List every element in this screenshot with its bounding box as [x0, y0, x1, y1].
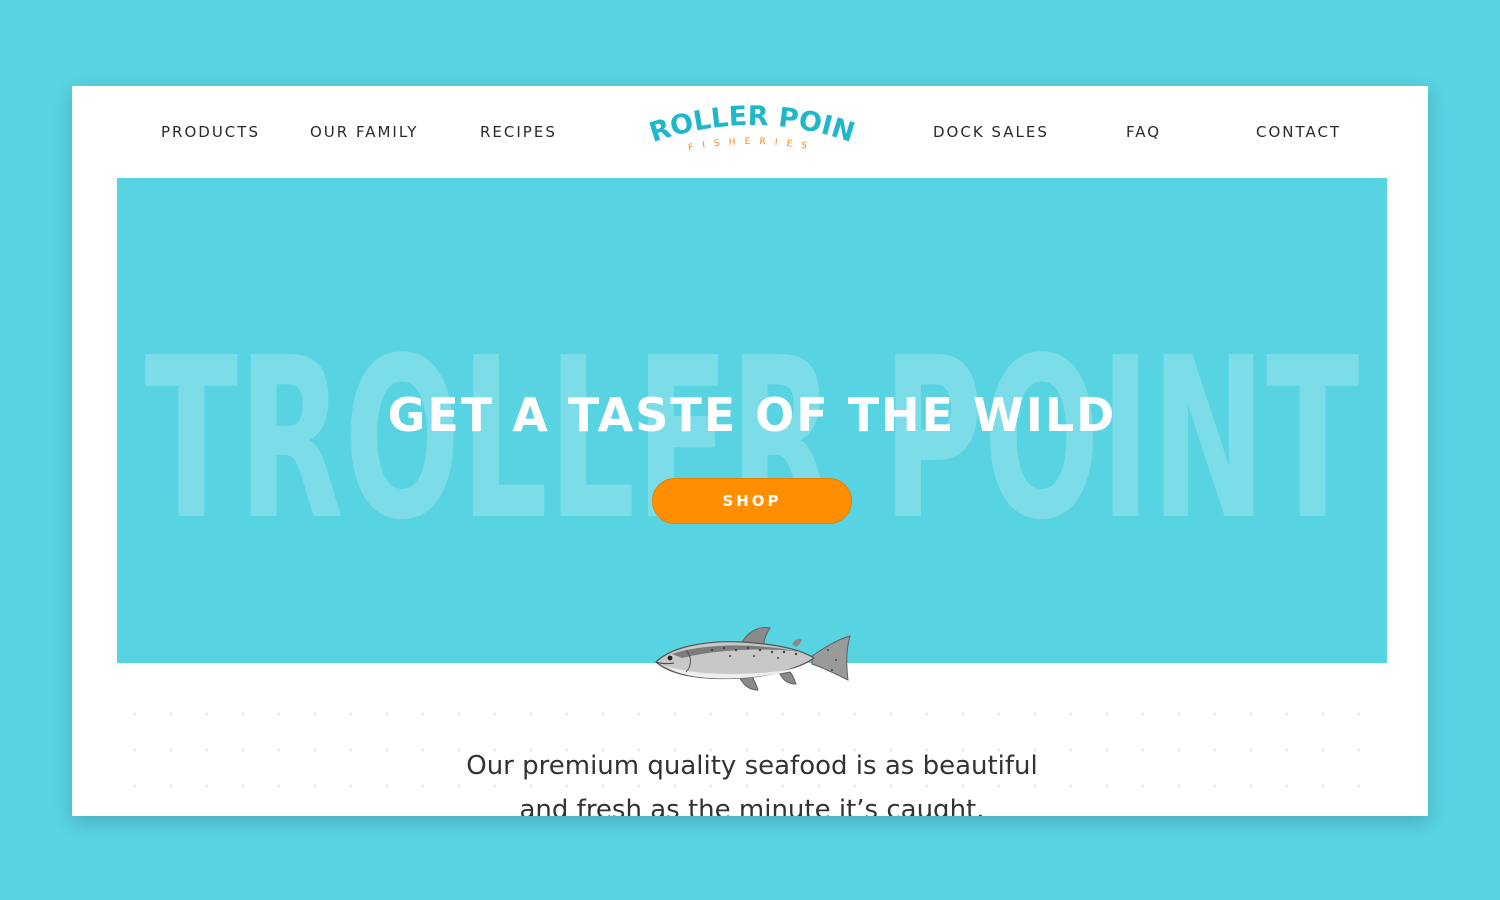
hero-banner: TROLLER POINT GET A TASTE OF THE WILD SH…	[117, 178, 1387, 663]
browser-page: PRODUCTS OUR FAMILY RECIPES TROLLER POIN…	[72, 86, 1428, 816]
intro-text: Our premium quality seafood is as beauti…	[412, 744, 1092, 816]
logo-tagline: FISHERIES	[687, 137, 807, 153]
troller-point-logo[interactable]: TROLLER POINT FISHERIES	[642, 104, 862, 166]
nav-item-faq[interactable]: FAQ	[1126, 123, 1161, 141]
nav-item-products[interactable]: PRODUCTS	[161, 123, 260, 141]
shop-button[interactable]: SHOP	[652, 478, 852, 524]
main-nav: PRODUCTS OUR FAMILY RECIPES TROLLER POIN…	[72, 86, 1428, 178]
nav-item-our-family[interactable]: OUR FAMILY	[310, 123, 418, 141]
salmon-icon	[655, 627, 851, 691]
hero-title: GET A TASTE OF THE WILD	[387, 388, 1117, 442]
svg-text:FISHERIES: FISHERIES	[687, 137, 816, 153]
nav-item-dock-sales[interactable]: DOCK SALES	[933, 123, 1049, 141]
intro-line-2: and fresh as the minute it’s caught.	[519, 795, 985, 816]
nav-item-contact[interactable]: CONTACT	[1256, 123, 1341, 141]
nav-item-recipes[interactable]: RECIPES	[480, 123, 557, 141]
intro-line-1: Our premium quality seafood is as beauti…	[466, 751, 1038, 781]
